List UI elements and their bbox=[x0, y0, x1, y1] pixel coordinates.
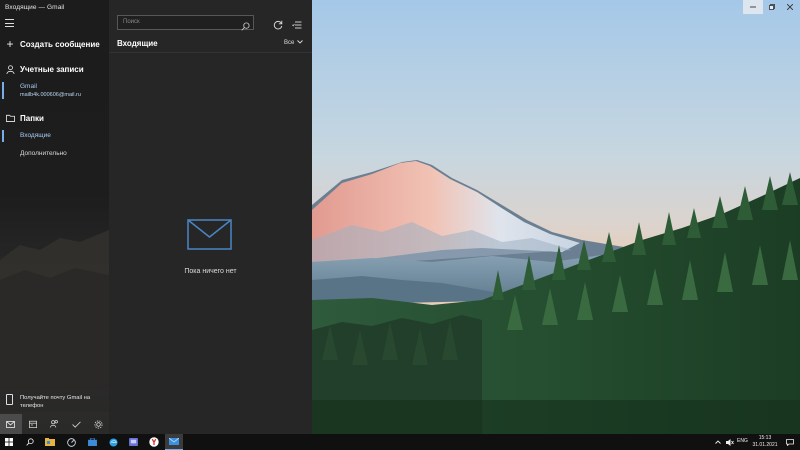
search-input[interactable]: Поиск bbox=[117, 15, 254, 31]
people-icon[interactable] bbox=[44, 414, 66, 434]
landscape-image bbox=[312, 0, 800, 434]
edge-icon[interactable] bbox=[104, 434, 122, 450]
folder-label: Входящие bbox=[20, 132, 51, 139]
folder-icon bbox=[0, 114, 20, 122]
folders-label: Папки bbox=[20, 113, 44, 123]
account-name: Gmail bbox=[20, 83, 37, 90]
compose-label: Создать сообщение bbox=[20, 39, 100, 49]
search-icon[interactable] bbox=[241, 18, 250, 36]
person-icon bbox=[0, 64, 20, 74]
get-mail-on-phone-button[interactable]: Получайте почту Gmail на телефон bbox=[0, 390, 109, 412]
folders-button[interactable]: Папки bbox=[0, 112, 109, 124]
promo-text: Получайте почту Gmail на телефон bbox=[20, 395, 91, 409]
folder-item-more[interactable]: Дополнительно bbox=[0, 147, 109, 161]
mail-app-icon[interactable] bbox=[165, 434, 183, 450]
store-icon[interactable] bbox=[83, 434, 101, 450]
calendar-icon[interactable] bbox=[22, 414, 44, 434]
mail-icon[interactable] bbox=[0, 414, 22, 434]
search-icon[interactable] bbox=[21, 434, 39, 450]
speedometer-icon[interactable] bbox=[62, 434, 80, 450]
phone-icon bbox=[6, 394, 13, 405]
navigation-pane: Входящие — Gmail + Создать сообщение Уче… bbox=[0, 0, 109, 434]
notifications-icon[interactable] bbox=[780, 434, 800, 450]
plus-icon: + bbox=[6, 37, 14, 51]
search-placeholder: Поиск bbox=[123, 19, 140, 25]
filter-dropdown[interactable]: Все bbox=[284, 40, 304, 46]
reading-pane-wallpaper bbox=[312, 0, 800, 434]
selection-mode-icon[interactable] bbox=[292, 17, 302, 35]
file-explorer-icon[interactable] bbox=[41, 434, 59, 450]
folder-title: Входящие bbox=[117, 39, 158, 48]
taskbar: ENG 15:13 31.01.2021 bbox=[0, 434, 800, 450]
app-icon[interactable] bbox=[124, 434, 142, 450]
maximize-button[interactable] bbox=[763, 0, 780, 14]
accounts-label: Учетные записи bbox=[20, 64, 84, 74]
clock[interactable]: 15:13 31.01.2021 bbox=[752, 435, 778, 449]
folder-label: Дополнительно bbox=[20, 150, 67, 157]
start-icon[interactable] bbox=[0, 434, 18, 450]
chevron-up-icon[interactable] bbox=[712, 434, 724, 450]
compose-button[interactable]: + Создать сообщение bbox=[0, 37, 109, 51]
minimize-button[interactable] bbox=[743, 0, 763, 14]
keyboard-language[interactable]: ENG bbox=[737, 438, 748, 444]
hamburger-menu-icon[interactable] bbox=[5, 19, 14, 27]
yandex-browser-icon[interactable] bbox=[145, 434, 163, 450]
account-item-gmail[interactable]: Gmail mailb4k.000606@mail.ru bbox=[0, 80, 109, 102]
clock-date: 31.01.2021 bbox=[752, 442, 778, 448]
folder-item-inbox[interactable]: Входящие bbox=[0, 129, 109, 143]
envelope-icon bbox=[187, 219, 232, 255]
sync-icon[interactable] bbox=[273, 17, 283, 35]
filter-label: Все bbox=[284, 40, 295, 46]
selection-indicator bbox=[2, 130, 4, 142]
accounts-button[interactable]: Учетные записи bbox=[0, 63, 109, 75]
empty-state-text: Пока ничего нет bbox=[184, 268, 237, 275]
settings-icon[interactable] bbox=[87, 414, 109, 434]
window-title: Входящие — Gmail bbox=[5, 4, 65, 11]
chevron-down-icon bbox=[297, 40, 304, 46]
clock-time: 15:13 bbox=[758, 435, 772, 441]
message-list-pane: Поиск Входящие Все Пока ничего нет bbox=[109, 0, 312, 434]
selection-indicator bbox=[2, 82, 4, 99]
todo-icon[interactable] bbox=[65, 414, 87, 434]
app-switcher-bar bbox=[0, 414, 109, 434]
account-email: mailb4k.000606@mail.ru bbox=[20, 92, 81, 98]
divider bbox=[109, 52, 312, 53]
speaker-icon[interactable] bbox=[724, 434, 736, 450]
close-button[interactable] bbox=[780, 0, 800, 14]
background-mountain bbox=[0, 230, 109, 390]
